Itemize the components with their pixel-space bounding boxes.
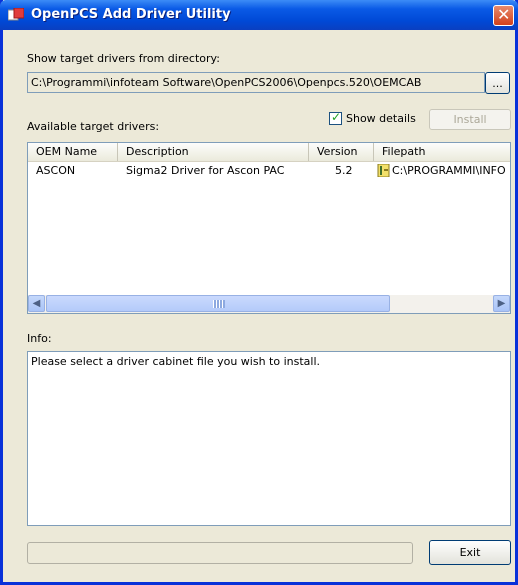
title-bar[interactable]: OpenPCS Add Driver Utility ✕ <box>0 0 518 30</box>
horizontal-scrollbar[interactable]: ◀ ▶ <box>28 295 510 313</box>
row-oem: ASCON <box>36 164 76 177</box>
list-header: OEM Name Description Version Filepath <box>28 143 510 162</box>
install-button[interactable]: Install <box>429 109 511 130</box>
row-description: Sigma2 Driver for Ascon PAC <box>126 164 285 177</box>
cabinet-file-icon <box>377 164 390 177</box>
table-row[interactable]: ASCON Sigma2 Driver for Ascon PAC 5.2 C:… <box>28 163 510 179</box>
info-label: Info: <box>27 332 52 345</box>
progress-bar <box>27 542 413 564</box>
checkmark-icon: ✓ <box>331 110 342 124</box>
openpcs-app-icon <box>8 8 24 21</box>
add-driver-window: OpenPCS Add Driver Utility ✕ Show target… <box>0 0 518 585</box>
scroll-right-icon[interactable]: ▶ <box>493 295 510 312</box>
column-filepath[interactable]: Filepath <box>374 143 510 161</box>
show-details-label[interactable]: Show details <box>346 112 416 125</box>
show-details-checkbox[interactable]: ✓ <box>329 110 342 125</box>
browse-button[interactable]: ... <box>485 72 510 94</box>
close-icon: ✕ <box>497 5 511 24</box>
scrollbar-thumb[interactable] <box>46 295 390 312</box>
info-text-area[interactable]: Please select a driver cabinet file you … <box>27 351 511 526</box>
window-title: OpenPCS Add Driver Utility <box>31 7 231 22</box>
row-filepath: C:\PROGRAMMI\INFO <box>392 164 506 177</box>
drivers-list[interactable]: OEM Name Description Version Filepath AS… <box>27 142 511 314</box>
row-version: 5.2 <box>335 164 353 177</box>
directory-label: Show target drivers from directory: <box>27 52 220 65</box>
grip-icon <box>213 300 225 308</box>
column-version[interactable]: Version <box>309 143 374 161</box>
column-description[interactable]: Description <box>118 143 309 161</box>
column-oem-name[interactable]: OEM Name <box>28 143 118 161</box>
directory-path-field[interactable]: C:\Programmi\infoteam Software\OpenPCS20… <box>27 72 485 93</box>
scroll-left-icon[interactable]: ◀ <box>28 295 45 312</box>
exit-button[interactable]: Exit <box>429 540 511 565</box>
close-button[interactable]: ✕ <box>493 5 514 26</box>
available-drivers-label: Available target drivers: <box>27 120 160 133</box>
